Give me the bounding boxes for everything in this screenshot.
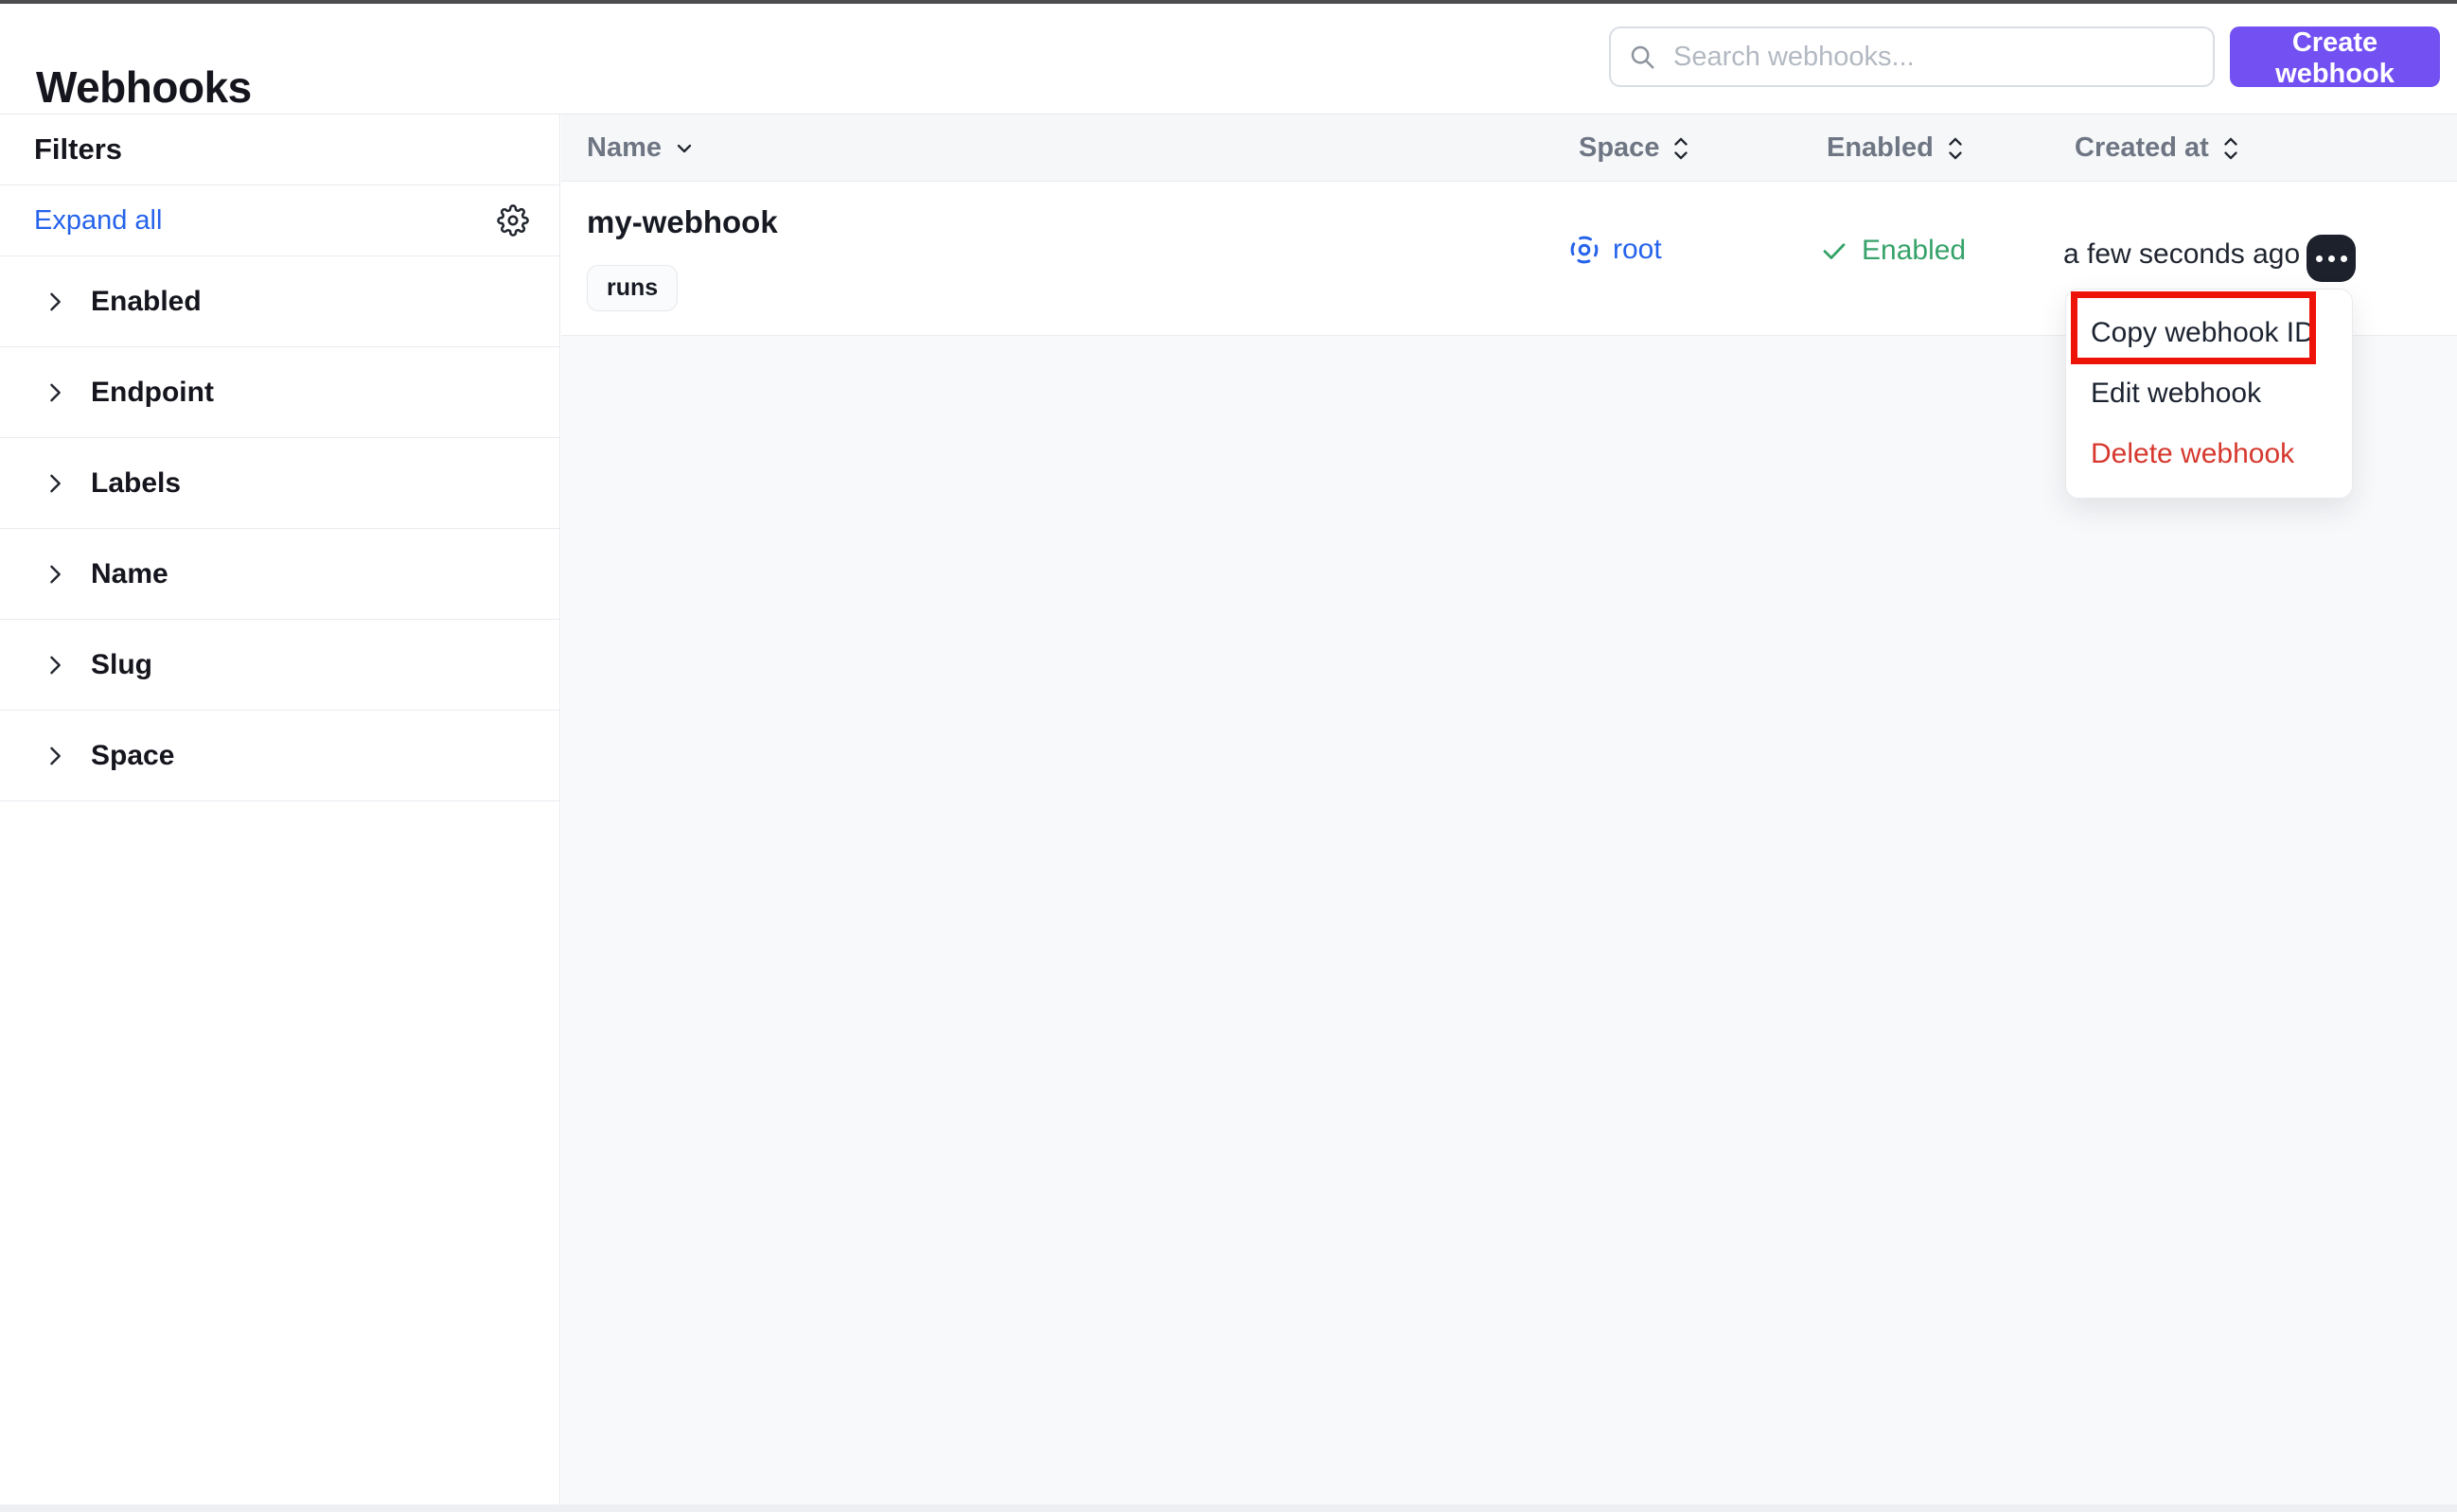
chevron-right-icon <box>42 379 68 406</box>
filter-section-enabled[interactable]: Enabled <box>0 256 559 347</box>
column-label: Space <box>1579 132 1660 163</box>
filter-section-label: Enabled <box>91 285 202 317</box>
sort-updown-icon <box>2220 135 2241 162</box>
column-label: Enabled <box>1827 132 1934 163</box>
chevron-right-icon <box>42 289 68 315</box>
kebab-dot <box>2327 255 2335 262</box>
filters-header: Filters <box>0 114 559 185</box>
chevron-right-icon <box>42 743 68 769</box>
menu-item-delete-webhook[interactable]: Delete webhook <box>2066 424 2352 484</box>
filter-section-labels[interactable]: Labels <box>0 438 559 529</box>
chevron-right-icon <box>42 561 68 588</box>
column-label: Name <box>587 132 662 163</box>
created-at-value: a few seconds ago <box>2063 238 2301 270</box>
row-actions-menu: Copy webhook ID Edit webhook Delete webh… <box>2065 289 2353 499</box>
filter-section-name[interactable]: Name <box>0 529 559 620</box>
column-header-created-at[interactable]: Created at <box>2075 114 2241 182</box>
table-header-row: Name Space Enabled Created at <box>561 114 2457 182</box>
window-bottom-edge <box>0 1504 2457 1512</box>
filter-section-slug[interactable]: Slug <box>0 620 559 711</box>
chevron-right-icon <box>42 470 68 497</box>
sort-updown-icon <box>1670 135 1691 162</box>
chevron-right-icon <box>42 652 68 678</box>
enabled-status: Enabled <box>1820 235 1966 267</box>
kebab-dot <box>2315 255 2323 262</box>
filters-sidebar: Filters Expand all Enabled Endpoint Labe… <box>0 114 560 1504</box>
column-header-enabled[interactable]: Enabled <box>1827 114 1966 182</box>
tag-chip: runs <box>587 265 679 311</box>
check-icon <box>1820 237 1848 265</box>
filter-section-label: Space <box>91 739 175 771</box>
page-header: Webhooks Create webhook <box>0 4 2457 114</box>
filter-section-endpoint[interactable]: Endpoint <box>0 347 559 438</box>
search-box[interactable] <box>1609 26 2215 87</box>
page-title: Webhooks <box>36 62 252 112</box>
search-input[interactable] <box>1671 40 2196 74</box>
filter-section-label: Endpoint <box>91 376 214 408</box>
column-label: Created at <box>2075 132 2209 163</box>
filter-section-label: Labels <box>91 466 182 499</box>
menu-item-edit-webhook[interactable]: Edit webhook <box>2066 363 2352 424</box>
filter-settings-button[interactable] <box>497 204 529 237</box>
column-header-name[interactable]: Name <box>587 114 696 182</box>
space-name: root <box>1613 234 1662 265</box>
filter-section-space[interactable]: Space <box>0 711 559 801</box>
kebab-dot <box>2340 255 2347 262</box>
filters-title: Filters <box>34 132 123 166</box>
expand-all-link[interactable]: Expand all <box>34 205 162 237</box>
sort-updown-icon <box>1945 135 1966 162</box>
row-actions-button[interactable] <box>2307 235 2356 282</box>
space-link[interactable]: root <box>1567 233 1662 267</box>
space-scope-icon <box>1567 233 1601 267</box>
webhooks-table: Name Space Enabled Created at my-webhook… <box>561 114 2457 1512</box>
search-icon <box>1628 43 1656 71</box>
menu-item-copy-webhook-id[interactable]: Copy webhook ID <box>2066 303 2352 363</box>
enabled-status-label: Enabled <box>1862 235 1967 266</box>
chevron-down-icon <box>673 137 696 160</box>
webhook-name-link[interactable]: my-webhook <box>587 204 778 240</box>
create-webhook-button[interactable]: Create webhook <box>2230 26 2440 89</box>
column-header-space[interactable]: Space <box>1579 114 1691 182</box>
filters-toolbar: Expand all <box>0 185 559 256</box>
gear-icon <box>497 204 529 237</box>
webhooks-page: Webhooks Create webhook Filters Expand a… <box>0 0 2457 1512</box>
filter-section-label: Slug <box>91 648 152 680</box>
filter-section-label: Name <box>91 557 168 589</box>
